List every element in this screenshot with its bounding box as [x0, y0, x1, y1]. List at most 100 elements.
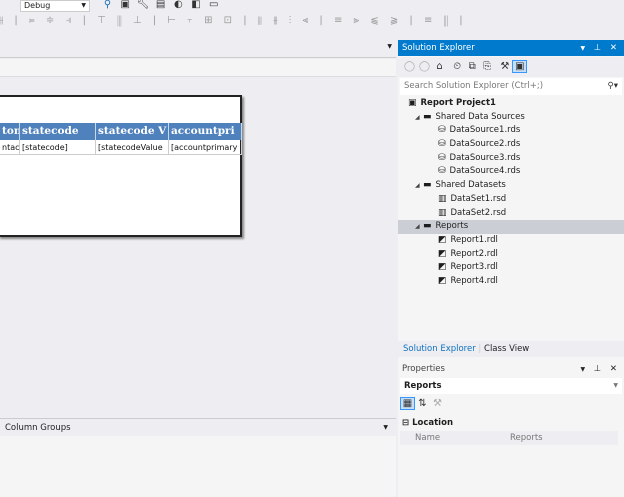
table-cell[interactable]: [accountprimary [169, 140, 242, 154]
configuration-dropdown[interactable]: Debug ▼ [20, 0, 90, 12]
grouping-area [0, 436, 396, 497]
preview-icon[interactable]: ▣ [118, 0, 133, 10]
expand-arrow-icon[interactable]: ◢ [415, 179, 420, 193]
datasource-icon: ⛁ [438, 152, 446, 163]
column-header[interactable]: statecode [20, 123, 96, 140]
category-location[interactable]: ⊟ Location [402, 416, 453, 430]
chevron-down-icon[interactable]: ▼ [383, 419, 388, 437]
report-body[interactable]: ton statecode statecode V accountpri nta… [0, 95, 242, 237]
table-header-row: ton statecode statecode V accountpri [0, 123, 242, 140]
tree-item-label: DataSource1.rds [449, 125, 521, 136]
tree-item[interactable]: ⛁ DataSource3.rds [398, 152, 624, 166]
report-icon: ◩ [438, 262, 447, 273]
window-icon[interactable]: ▭ [206, 0, 221, 10]
tree-item[interactable]: ◩ Report4.rdl [398, 275, 624, 289]
tree-item[interactable]: ▣ Report Project1 [398, 97, 624, 111]
attach-icon[interactable]: ⚲ [100, 0, 115, 10]
solution-explorer-toolbar: ◯ ◯ ⌂ ⏲ ⧉ ⎘ ⚒ ▣ [398, 57, 624, 77]
toolbox-icon[interactable]: ▤ [153, 0, 168, 10]
tree-item[interactable]: ◩ Report2.rdl [398, 248, 624, 262]
tree-item[interactable]: ▥ DataSet1.rsd [398, 193, 624, 207]
properties-object-dropdown[interactable]: Reports ▼ [400, 378, 622, 394]
tree-item-label: Report Project1 [420, 98, 496, 108]
tree-item[interactable]: ⛁ DataSource4.rds [398, 165, 624, 179]
expand-arrow-icon[interactable]: ◢ [415, 111, 420, 125]
panel-tabs: Solution Explorer | Class View [398, 341, 624, 357]
history-icon[interactable]: ⏲ [450, 61, 465, 72]
dataset-icon: ▥ [438, 207, 447, 218]
tab-solution-explorer[interactable]: Solution Explorer [403, 344, 476, 354]
tree-item-label: Report2.rdl [450, 248, 498, 259]
dataset-icon: ▥ [438, 193, 447, 204]
tree-item-label: DataSet2.rsd [450, 207, 507, 218]
tree-item[interactable]: ◩ Report1.rdl [398, 234, 624, 248]
layout-toolbar[interactable]: ⫲ | ⫢ ≑ ⫣ | ⊤ ⫼ ⊥ | ⊢ ⫟ ⊞ ⊡ | ⫴ ⫵ ⫶ ⫷ | … [0, 15, 470, 31]
tree-item[interactable]: ◢ ▬ Reports [398, 220, 624, 234]
table-row: ntact [statecode] [statecodeValue [accou… [0, 140, 242, 155]
tree-item-label: DataSource3.rds [449, 152, 521, 163]
collapse-icon[interactable]: ⧉ [465, 61, 480, 72]
folder-icon: ▬ [423, 111, 432, 122]
column-groups-label: Column Groups [5, 423, 71, 433]
column-groups-pane: Column Groups ▼ [0, 418, 396, 436]
chevron-down-icon[interactable]: ▼ [580, 45, 588, 52]
close-icon[interactable]: ✕ [610, 43, 620, 53]
tree-item[interactable]: ▥ DataSet2.rsd [398, 207, 624, 221]
wrench-icon[interactable]: 🔧︎ [135, 0, 150, 10]
tree-item[interactable]: ⛁ DataSource1.rds [398, 124, 624, 138]
folder-icon: ▬ [423, 180, 432, 191]
datasource-icon: ⛁ [438, 125, 446, 136]
document-header: ▼ [0, 40, 396, 58]
tree-item[interactable]: ◢ ▬ Shared Data Sources [398, 111, 624, 125]
tab-class-view[interactable]: Class View [484, 344, 529, 354]
tree-item-label: Report1.rdl [450, 234, 498, 245]
layout-icon[interactable]: ◧ [189, 0, 204, 10]
datasource-icon: ⛁ [438, 139, 446, 150]
property-pages-icon[interactable]: ⚒ [430, 398, 445, 409]
forward-icon[interactable]: ◯ [417, 61, 432, 72]
column-header[interactable]: ton [0, 123, 20, 140]
column-header[interactable]: statecode V [96, 123, 169, 140]
sync-view-icon[interactable]: ▣ [512, 60, 528, 73]
tree-item-label: Reports [435, 221, 469, 232]
properties-title: Properties ▼ ⊥ ✕ [402, 364, 620, 374]
pin-icon[interactable]: ⊥ [594, 364, 604, 374]
tree-item[interactable]: ◢ ▬ Shared Datasets [398, 179, 624, 193]
column-header[interactable]: accountpri [169, 123, 242, 140]
tree-item-label: Report3.rdl [450, 262, 498, 273]
property-row[interactable]: Name Reports [400, 431, 618, 445]
expand-arrow-icon[interactable]: ◢ [415, 220, 420, 234]
tree-item-label: DataSource2.rds [449, 139, 521, 150]
alphabetical-icon[interactable]: ⇅ [415, 398, 430, 409]
report-icon: ◩ [438, 275, 447, 286]
tree-item-label: Shared Data Sources [435, 111, 525, 122]
tree-item[interactable]: ⛁ DataSource2.rds [398, 138, 624, 152]
table-cell[interactable]: [statecode] [20, 140, 96, 154]
collapse-icon[interactable]: ⊟ [402, 418, 409, 428]
chevron-down-icon[interactable]: ▼ [387, 43, 392, 50]
ruler [0, 59, 396, 77]
solution-explorer-title: Solution Explorer ▼ ⊥ ✕ [398, 40, 624, 56]
project-icon: ▣ [408, 98, 417, 108]
home-icon[interactable]: ⌂ [432, 61, 447, 72]
search-input[interactable]: Search Solution Explorer (Ctrl+;) ⚲▾ [400, 78, 622, 95]
tree-item[interactable]: ◩ Report3.rdl [398, 261, 624, 275]
properties-toolbar: ▦ ⇅ ⚒ [400, 397, 622, 414]
refresh-icon[interactable]: ◐ [171, 0, 186, 10]
folder-icon: ▬ [423, 221, 432, 232]
show-all-icon[interactable]: ⎘ [480, 61, 495, 72]
close-icon[interactable]: ✕ [610, 364, 620, 374]
back-icon[interactable]: ◯ [402, 61, 417, 72]
report-icon: ◩ [438, 234, 447, 245]
table-cell[interactable]: ntact [0, 140, 20, 154]
pin-icon[interactable]: ⊥ [594, 43, 604, 53]
chevron-down-icon[interactable]: ▼ [580, 366, 588, 373]
wrench-icon[interactable]: ⚒ [497, 61, 512, 72]
categorized-icon[interactable]: ▦ [400, 397, 415, 410]
datasource-icon: ⛁ [438, 166, 446, 177]
tree-item-label: Report4.rdl [450, 275, 498, 286]
standard-toolbar: Debug ▼ ⚲ ▣ 🔧︎ ▤ ◐ ◧ ▭ [0, 0, 624, 14]
tree-item-label: DataSource4.rds [449, 166, 521, 177]
table-cell[interactable]: [statecodeValue [96, 140, 169, 154]
chevron-down-icon: ▼ [81, 2, 86, 9]
